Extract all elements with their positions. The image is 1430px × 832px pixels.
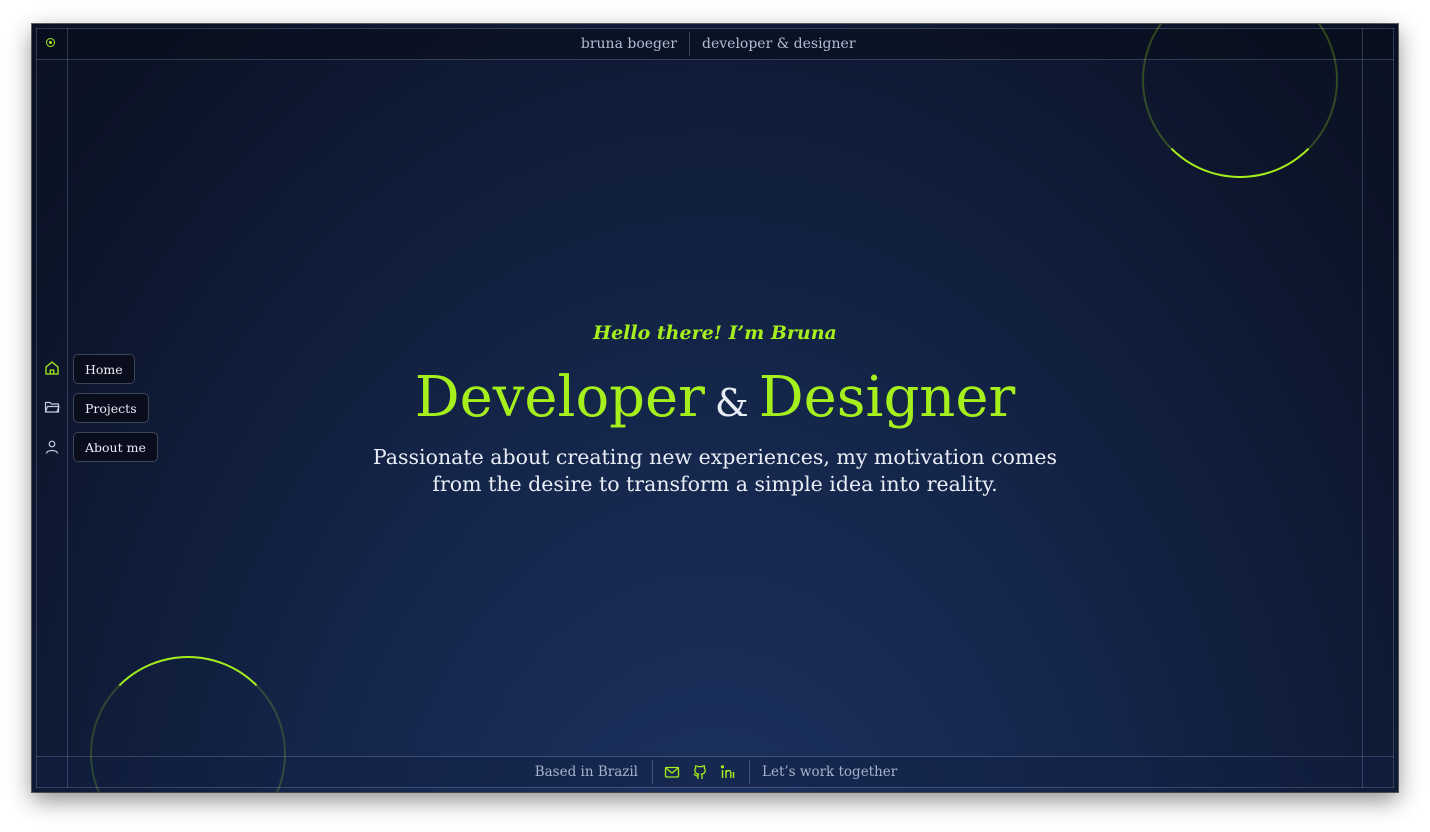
hero-greeting: Hello there! I’m Bruna: [593, 322, 837, 344]
status-dot-icon: [46, 38, 55, 47]
headline-designer: Designer: [758, 365, 1016, 430]
header-name: bruna boeger: [580, 36, 677, 52]
header-role: developer & designer: [702, 36, 856, 52]
footer-cta[interactable]: Let’s work together: [762, 757, 897, 787]
headline-ampersand: &: [714, 381, 749, 425]
footer-separator-left: [652, 760, 653, 784]
hero-tagline: Passionate about creating new experience…: [372, 445, 1058, 496]
decorative-arc-top-right: [1142, 24, 1338, 178]
portfolio-window: bruna boeger developer & designer Home P…: [32, 24, 1398, 792]
mail-icon[interactable]: [663, 763, 681, 781]
hero-headline: Developer & Designer: [32, 362, 1398, 439]
decorative-arc-bottom-left: [90, 656, 286, 792]
header-separator: [689, 32, 690, 56]
footer-location: Based in Brazil: [534, 764, 638, 780]
headline-developer: Developer: [414, 365, 705, 430]
footer-separator-right: [749, 760, 750, 784]
user-icon[interactable]: [43, 438, 61, 456]
github-icon[interactable]: [691, 763, 709, 781]
linkedin-icon[interactable]: [719, 763, 737, 781]
